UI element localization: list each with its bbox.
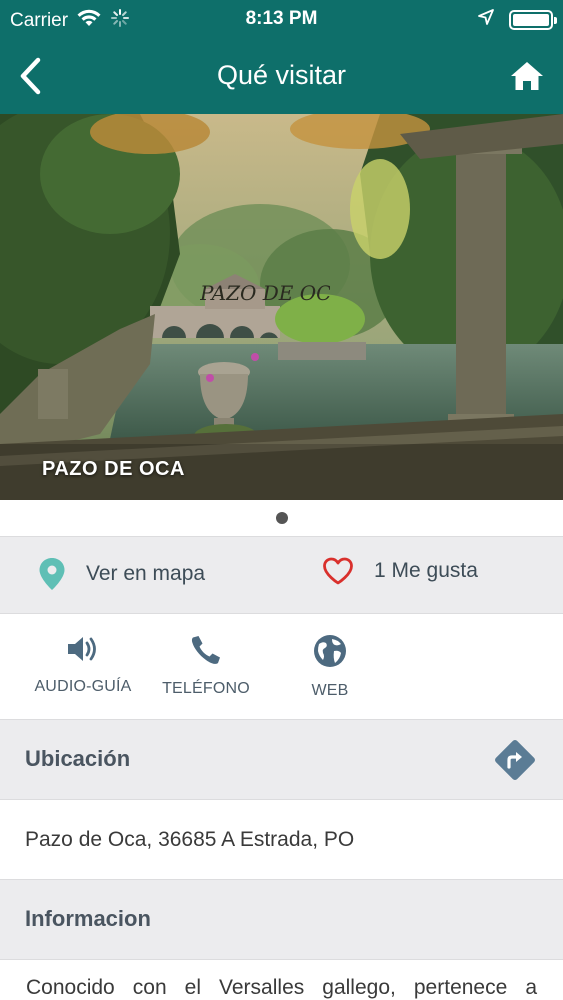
view-on-map-button[interactable]: Ver en mapa — [38, 557, 205, 591]
directions-icon — [495, 740, 535, 780]
map-pin-icon — [39, 558, 65, 590]
speaker-icon — [68, 637, 96, 661]
directions-button[interactable] — [491, 736, 539, 784]
hero-image[interactable]: PAZO DE OCA PAZO DE OCA — [0, 114, 563, 500]
page-title: Qué visitar — [216, 60, 347, 90]
status-bar: Carrier 8:13 PM — [0, 0, 563, 38]
location-arrow-icon — [477, 8, 495, 31]
view-on-map-label: Ver en mapa — [86, 562, 206, 585]
phone-button[interactable]: TELÉFONO — [146, 634, 266, 698]
battery-icon — [509, 9, 557, 30]
nav-bar: Qué visitar — [0, 38, 563, 114]
image-pager[interactable] — [0, 500, 563, 536]
home-button[interactable] — [507, 56, 547, 96]
phone-label: TELÉFONO — [162, 680, 250, 697]
hero-caption: PAZO DE OCA — [42, 458, 185, 480]
pager-dot-active[interactable] — [275, 512, 288, 524]
home-icon — [511, 62, 543, 90]
hero-watermark-logo: PAZO DE OCA — [200, 281, 330, 305]
information-section-body: Conocido con el Versalles gallego, perte… — [0, 960, 563, 1000]
location-title: Ubicación — [25, 746, 131, 771]
audio-guide-button[interactable]: AUDIO-GUÍA — [23, 634, 143, 696]
phone-icon — [191, 636, 220, 664]
web-label: WEB — [311, 682, 349, 699]
information-text: Conocido con el Versalles gallego, perte… — [26, 976, 537, 999]
globe-icon — [314, 635, 346, 667]
like-button[interactable]: 1 Me gusta — [322, 557, 478, 585]
hero-watermark-text: PAZO DE OCA — [200, 281, 330, 305]
status-right — [477, 8, 557, 31]
location-section-header: Ubicación — [0, 720, 563, 800]
actions-row: Ver en mapa 1 Me gusta — [0, 536, 563, 614]
location-section-body: Pazo de Oca, 36685 A Estrada, PO — [0, 800, 563, 880]
address-text: Pazo de Oca, 36685 A Estrada, PO — [25, 828, 355, 851]
heart-icon — [323, 557, 353, 585]
tools-row: AUDIO-GUÍA TELÉFONO WEB — [0, 614, 563, 720]
like-count-label: 1 Me gusta — [374, 559, 478, 582]
information-section-header: Informacion — [0, 880, 563, 960]
audio-guide-label: AUDIO-GUÍA — [34, 678, 132, 695]
web-button[interactable]: WEB — [270, 634, 390, 700]
information-title: Informacion — [25, 906, 151, 931]
